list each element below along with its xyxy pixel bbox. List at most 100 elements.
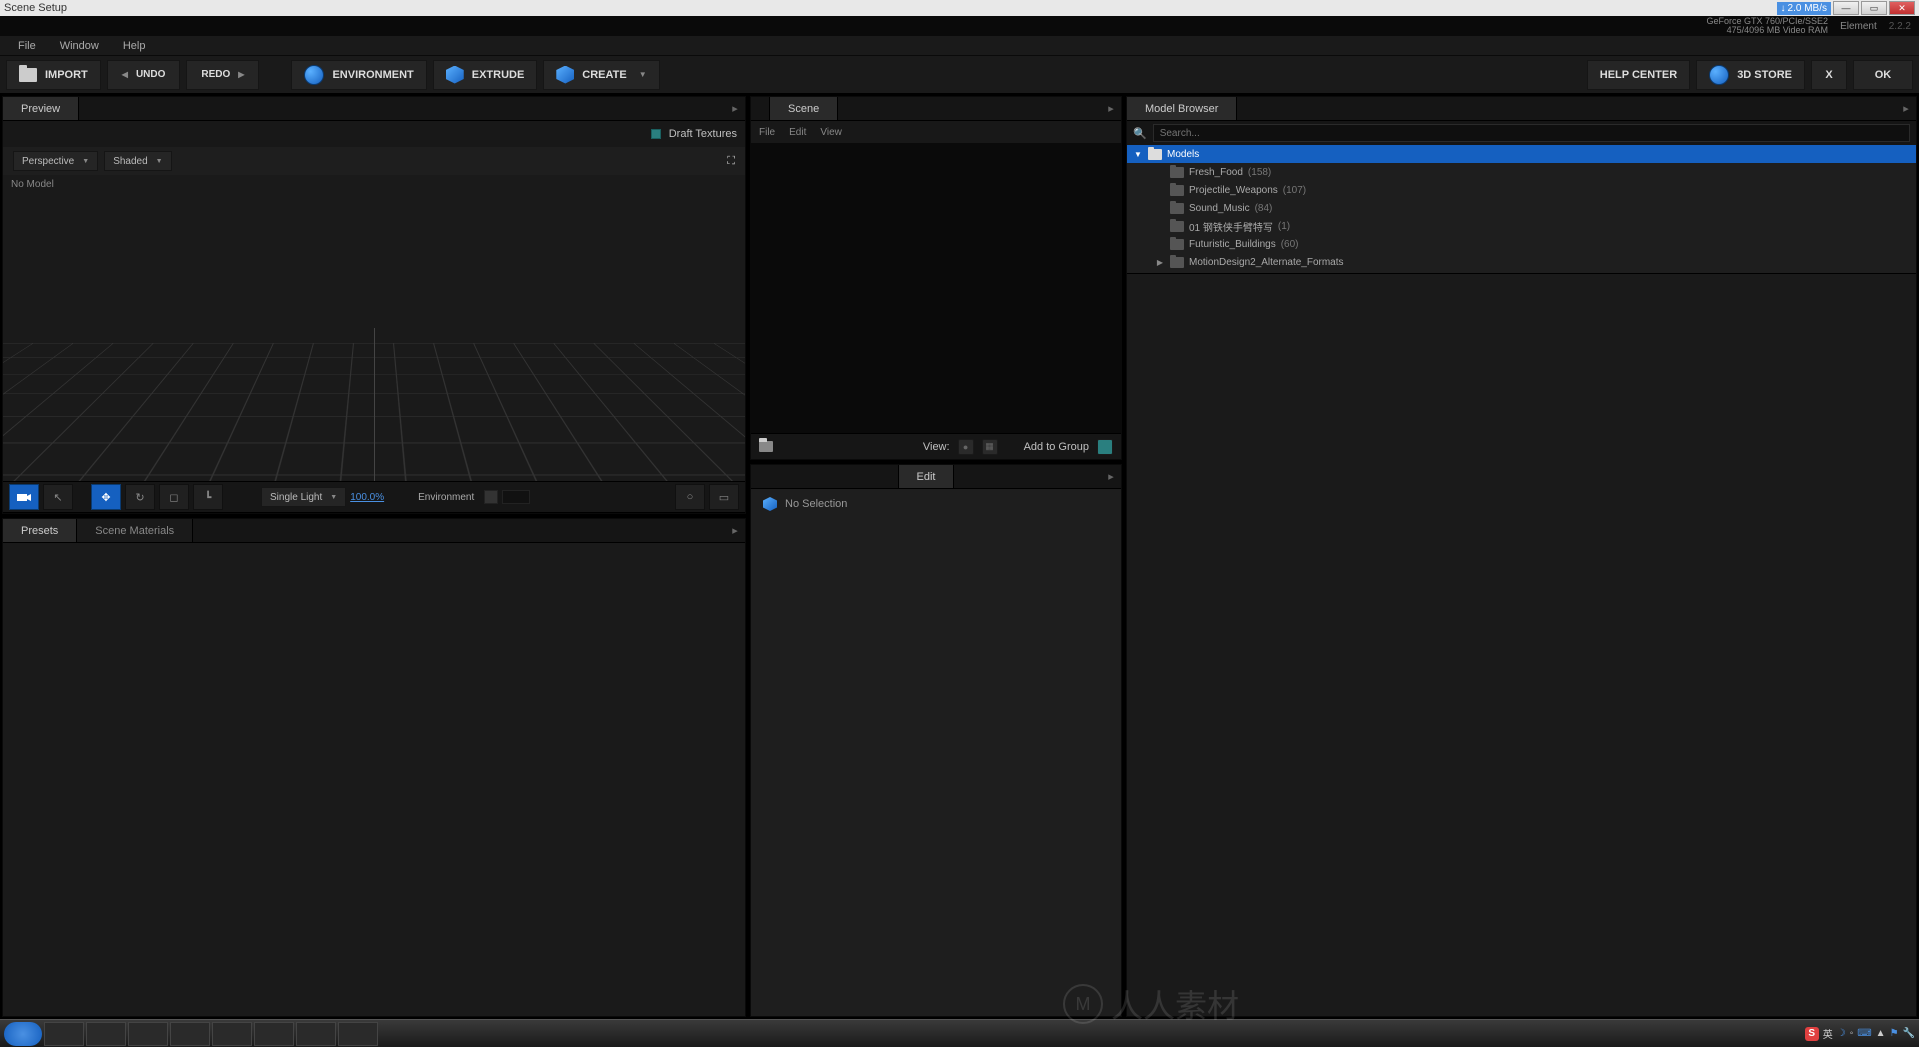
panel-expand-icon[interactable]: ▸ [1101, 97, 1121, 120]
tree-item-count: (107) [1283, 185, 1306, 196]
help-center-button[interactable]: HELP CENTER [1587, 60, 1690, 90]
taskbar-item[interactable] [212, 1022, 252, 1046]
environment-button[interactable]: ENVIRONMENT [291, 60, 426, 90]
ok-button[interactable]: OK [1853, 60, 1913, 90]
render-settings-icon[interactable]: ○ [675, 484, 705, 510]
tree-item[interactable]: Sound_Music (84) [1127, 199, 1916, 217]
taskbar-item[interactable] [170, 1022, 210, 1046]
tray-icon[interactable]: 🔧 [1903, 1028, 1915, 1039]
tray-icon[interactable]: ⌨ [1857, 1028, 1871, 1039]
panel-expand-icon[interactable]: ▸ [1896, 97, 1916, 120]
network-speed-badge[interactable]: ↓ 2.0 MB/s [1777, 2, 1831, 15]
taskbar-item[interactable] [86, 1022, 126, 1046]
environment-color[interactable] [502, 490, 530, 504]
tree-item[interactable]: Projectile_Weapons (107) [1127, 181, 1916, 199]
chevron-right-icon: ▶ [238, 70, 244, 79]
taskbar-item[interactable] [296, 1022, 336, 1046]
panel-expand-icon[interactable]: ▸ [725, 519, 745, 542]
rotate-tool[interactable]: ↻ [125, 484, 155, 510]
create-button[interactable]: CREATE ▼ [543, 60, 659, 90]
tab-preview[interactable]: Preview [3, 97, 79, 120]
tree-item-count: (60) [1281, 239, 1299, 250]
tree-root-models[interactable]: ▼ Models [1127, 145, 1916, 163]
folder-icon [1170, 185, 1184, 196]
import-button[interactable]: IMPORT [6, 60, 101, 90]
app-version: 2.2.2 [1889, 21, 1911, 32]
undo-button[interactable]: ◀ UNDO [107, 60, 181, 90]
minimize-button[interactable]: — [1833, 1, 1859, 15]
view-mode-2-icon[interactable]: ▦ [982, 439, 998, 455]
tray-icon[interactable]: ☽ [1837, 1028, 1846, 1039]
taskbar-item[interactable] [338, 1022, 378, 1046]
tree-item[interactable]: Fresh_Food (158) [1127, 163, 1916, 181]
tab-scene[interactable]: Scene [769, 97, 838, 120]
tab-edit[interactable]: Edit [898, 465, 955, 488]
environment-swatch[interactable] [484, 490, 498, 504]
tree-item[interactable]: ▶MotionDesign2_Alternate_Formats [1127, 253, 1916, 271]
taskbar-item[interactable] [128, 1022, 168, 1046]
taskbar-item[interactable] [44, 1022, 84, 1046]
move-tool[interactable]: ✥ [91, 484, 121, 510]
fullscreen-icon[interactable]: ⛶ [727, 155, 735, 168]
tray-icon[interactable]: ⚑ [1890, 1028, 1899, 1039]
scene-menu-bar: File Edit View [751, 121, 1121, 143]
view-mode-1-icon[interactable]: ● [958, 439, 974, 455]
menu-file[interactable]: File [6, 37, 48, 55]
folder-icon [1170, 221, 1184, 232]
system-tray[interactable]: S 英 ☽ ◦ ⌨ ▲ ⚑ 🔧 [1805, 1026, 1915, 1041]
os-taskbar[interactable]: S 英 ☽ ◦ ⌨ ▲ ⚑ 🔧 [0, 1019, 1919, 1047]
system-info-bar: GeForce GTX 760/PCIe/SSE2 475/4096 MB Vi… [0, 16, 1919, 36]
start-button[interactable] [4, 1022, 42, 1046]
tab-presets[interactable]: Presets [3, 519, 77, 542]
app-name: Element [1840, 21, 1877, 32]
zoom-value[interactable]: 100.0% [350, 492, 384, 503]
scene-panel: Scene ▸ File Edit View View: ● ▦ Add to … [750, 96, 1122, 460]
view-mode-dropdown[interactable]: Perspective ▼ [13, 151, 98, 171]
tab-model-browser[interactable]: Model Browser [1127, 97, 1237, 120]
scale-tool[interactable]: ◻ [159, 484, 189, 510]
tab-scene-materials[interactable]: Scene Materials [77, 519, 193, 542]
scene-menu-view[interactable]: View [820, 127, 842, 138]
taskbar-item[interactable] [254, 1022, 294, 1046]
tree-item[interactable]: Futuristic_Buildings (60) [1127, 235, 1916, 253]
scene-menu-file[interactable]: File [759, 127, 775, 138]
menu-help[interactable]: Help [111, 37, 158, 55]
tree-item-label: 01 钢铁侠手臂特写 [1189, 219, 1273, 234]
draft-textures-checkbox[interactable] [651, 129, 661, 139]
vertical-axis [374, 328, 375, 481]
select-tool[interactable]: ↖ [43, 484, 73, 510]
tree-item[interactable]: 01 钢铁侠手臂特写 (1) [1127, 217, 1916, 235]
menu-window[interactable]: Window [48, 37, 111, 55]
store-button[interactable]: 3D STORE [1696, 60, 1805, 90]
viewport-toolbar: ↖ ✥ ↻ ◻ ┗ Single Light ▼ 100.0% Environm… [3, 481, 745, 513]
camera-tool[interactable] [9, 484, 39, 510]
shading-mode-dropdown[interactable]: Shaded ▼ [104, 151, 171, 171]
folder-icon [19, 68, 37, 82]
ime-icon[interactable]: S [1805, 1027, 1819, 1041]
redo-button[interactable]: REDO ▶ [186, 60, 259, 90]
viewport-3d[interactable]: No Model [3, 175, 745, 481]
extrude-button[interactable]: EXTRUDE [433, 60, 538, 90]
ime-label[interactable]: 英 [1823, 1026, 1833, 1041]
panel-expand-icon[interactable]: ▸ [725, 97, 745, 120]
tree-item-label: Fresh_Food [1189, 167, 1243, 178]
tray-icon[interactable]: ◦ [1850, 1028, 1854, 1039]
x-button[interactable]: X [1811, 60, 1847, 90]
scene-menu-edit[interactable]: Edit [789, 127, 806, 138]
folder-icon[interactable] [759, 441, 773, 452]
expand-icon[interactable]: ▶ [1155, 258, 1165, 267]
window-titlebar: Scene Setup ↓ 2.0 MB/s — ▭ ✕ [0, 0, 1919, 16]
maximize-button[interactable]: ▭ [1861, 1, 1887, 15]
close-button[interactable]: ✕ [1889, 1, 1915, 15]
display-settings-icon[interactable]: ▭ [709, 484, 739, 510]
cube-icon [763, 497, 777, 511]
anchor-tool[interactable]: ┗ [193, 484, 223, 510]
scene-tree[interactable] [751, 143, 1121, 433]
search-input[interactable] [1153, 124, 1910, 142]
presets-content [3, 543, 745, 1016]
add-to-group-checkbox[interactable] [1097, 439, 1113, 455]
light-mode-dropdown[interactable]: Single Light ▼ [261, 487, 346, 507]
collapse-icon[interactable]: ▼ [1133, 150, 1143, 159]
panel-expand-icon[interactable]: ▸ [1101, 465, 1121, 488]
tray-icon[interactable]: ▲ [1876, 1028, 1886, 1039]
